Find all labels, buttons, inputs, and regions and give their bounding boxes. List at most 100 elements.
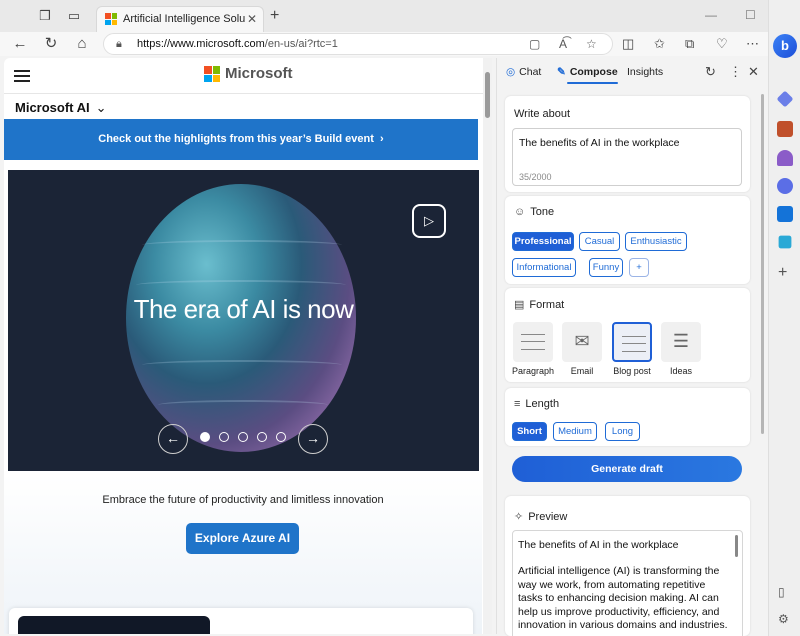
microsoft-logo-icon[interactable] <box>204 66 220 82</box>
envelope-icon: ✉ <box>574 331 590 351</box>
carousel-dot[interactable] <box>200 432 210 442</box>
close-panel-icon[interactable]: ✕ <box>748 64 759 80</box>
panel-scrollbar[interactable] <box>761 94 765 514</box>
preview-box[interactable]: The benefits of AI in the workplace Arti… <box>512 530 743 636</box>
tone-option-casual[interactable]: Casual <box>579 232 620 251</box>
web-page: Microsoft Microsoft AI ⌄ Check out the hi… <box>4 58 492 634</box>
write-about-card: Write about The benefits of AI in the wo… <box>505 96 750 192</box>
card-image <box>18 616 210 634</box>
toolbox-icon[interactable] <box>777 121 793 137</box>
favorite-star-icon[interactable]: ☆ <box>586 37 597 51</box>
preview-scrollbar[interactable] <box>735 535 738 557</box>
explore-azure-ai-button[interactable]: Explore Azure AI <box>186 523 299 554</box>
orb-band <box>142 240 342 250</box>
edge-sidebar: b + ▯ ⚙ <box>768 0 800 636</box>
tab-compose[interactable]: ✎ Compose <box>557 66 618 84</box>
length-label-text: Length <box>525 398 560 410</box>
lock-icon[interactable]: 🔒︎ <box>116 38 122 51</box>
collections-icon[interactable]: ⧉ <box>685 36 694 52</box>
format-option-ideas[interactable]: ☰ <box>661 322 701 362</box>
carousel-dot[interactable] <box>238 432 248 442</box>
more-options-icon[interactable]: ⋯ <box>746 36 759 52</box>
shopping-icon[interactable]: ▢ <box>529 37 540 51</box>
microsoft365-icon[interactable] <box>777 178 793 194</box>
generate-draft-button[interactable]: Generate draft <box>512 456 742 482</box>
minimize-icon[interactable]: — <box>705 8 717 22</box>
tone-option-enthusiastic[interactable]: Enthusiastic <box>625 232 687 251</box>
read-aloud-icon[interactable]: A͡ <box>559 37 567 51</box>
sidebar-hide-icon[interactable]: ▯ <box>778 585 785 599</box>
format-label: ▤ Format <box>514 298 564 311</box>
preview-label-text: Preview <box>528 511 568 523</box>
games-icon[interactable] <box>777 150 793 166</box>
maximize-icon[interactable]: ☐ <box>745 8 756 22</box>
list-icon: ☰ <box>672 331 690 351</box>
blog-post-icon <box>622 336 646 352</box>
char-count: 35/2000 <box>519 172 552 182</box>
panel-scrollbar-thumb[interactable] <box>761 94 764 434</box>
tab-chat[interactable]: ◎ Chat <box>506 66 541 78</box>
format-card: ▤ Format Paragraph ✉ Email Blog post ☰ Ideas <box>505 288 750 382</box>
add-app-icon[interactable]: + <box>778 264 787 282</box>
more-vertical-icon[interactable]: ⋮ <box>729 64 742 80</box>
write-about-label: Write about <box>514 108 571 120</box>
site-brand[interactable]: Microsoft <box>225 65 293 82</box>
length-option-medium[interactable]: Medium <box>553 422 597 441</box>
tab-actions-icon[interactable]: ▭ <box>66 8 82 24</box>
drop-icon[interactable] <box>778 235 792 249</box>
format-option-email[interactable]: ✉ <box>562 322 602 362</box>
orb-band <box>136 280 346 290</box>
content-card[interactable] <box>9 608 473 634</box>
format-option-paragraph[interactable] <box>513 322 553 362</box>
tab-insights[interactable]: Insights <box>627 66 663 78</box>
tone-option-professional[interactable]: Professional <box>512 232 574 251</box>
back-icon[interactable]: ← <box>10 34 30 54</box>
tone-option-funny[interactable]: Funny <box>589 258 623 277</box>
format-option-label: Ideas <box>669 366 693 376</box>
length-option-short[interactable]: Short <box>512 422 547 441</box>
copilot-bing-icon[interactable]: b <box>773 34 797 58</box>
browser-essentials-icon[interactable]: ♡ <box>716 36 728 52</box>
page-scrollbar[interactable] <box>483 58 492 634</box>
promo-banner[interactable]: Check out the highlights from this year’… <box>4 119 478 160</box>
tone-label: ☺ Tone <box>514 206 554 218</box>
carousel-dot[interactable] <box>276 432 286 442</box>
tab-title: Artificial Intelligence Solutions | M <box>123 13 245 25</box>
write-about-input[interactable]: The benefits of AI in the workplace 35/2… <box>512 128 742 186</box>
tone-icon: ☺ <box>514 206 526 218</box>
new-tab-icon[interactable]: + <box>270 7 279 25</box>
tab-insights-label: Insights <box>627 66 664 78</box>
length-label: ≡ Length <box>514 398 559 410</box>
page-scrollbar-thumb[interactable] <box>485 72 490 118</box>
carousel-prev-icon[interactable]: ← <box>158 424 188 454</box>
tag-icon[interactable] <box>776 90 794 108</box>
microsoft-favicon-icon <box>105 13 117 25</box>
close-tab-icon[interactable]: ✕ <box>247 12 257 26</box>
url-field[interactable]: 🔒︎ https://www.microsoft.com/en-us/ai?rt… <box>103 33 613 55</box>
outlook-icon[interactable] <box>777 206 793 222</box>
tab-compose-label: Compose <box>569 66 618 78</box>
refresh-icon[interactable]: ↻ <box>705 64 716 80</box>
microsoft-ai-menu[interactable]: Microsoft AI ⌄ <box>15 100 107 116</box>
favorites-icon[interactable]: ✩ <box>654 36 665 52</box>
carousel-next-icon[interactable]: → <box>298 424 328 454</box>
browser-tab[interactable]: Artificial Intelligence Solutions | M ✕ <box>96 6 264 32</box>
format-icon: ▤ <box>514 299 525 311</box>
split-screen-icon[interactable]: ◫ <box>622 36 634 52</box>
play-video-icon[interactable]: ▷ <box>412 204 446 238</box>
format-label-text: Format <box>529 299 565 311</box>
home-icon[interactable]: ⌂ <box>72 34 92 54</box>
tone-label-text: Tone <box>530 206 555 218</box>
workspaces-icon[interactable]: ❒ <box>37 8 53 24</box>
refresh-icon[interactable]: ↻ <box>41 34 61 54</box>
add-tone-icon[interactable]: + <box>629 258 649 277</box>
length-option-long[interactable]: Long <box>605 422 640 441</box>
carousel-dot[interactable] <box>257 432 267 442</box>
menu-icon[interactable] <box>14 70 30 82</box>
carousel-dot[interactable] <box>219 432 229 442</box>
length-icon: ≡ <box>514 398 521 410</box>
format-option-blog-post[interactable] <box>612 322 652 362</box>
tone-option-informational[interactable]: Informational <box>512 258 576 277</box>
preview-title: The benefits of AI in the workplace <box>518 539 679 551</box>
settings-gear-icon[interactable]: ⚙ <box>778 612 789 626</box>
